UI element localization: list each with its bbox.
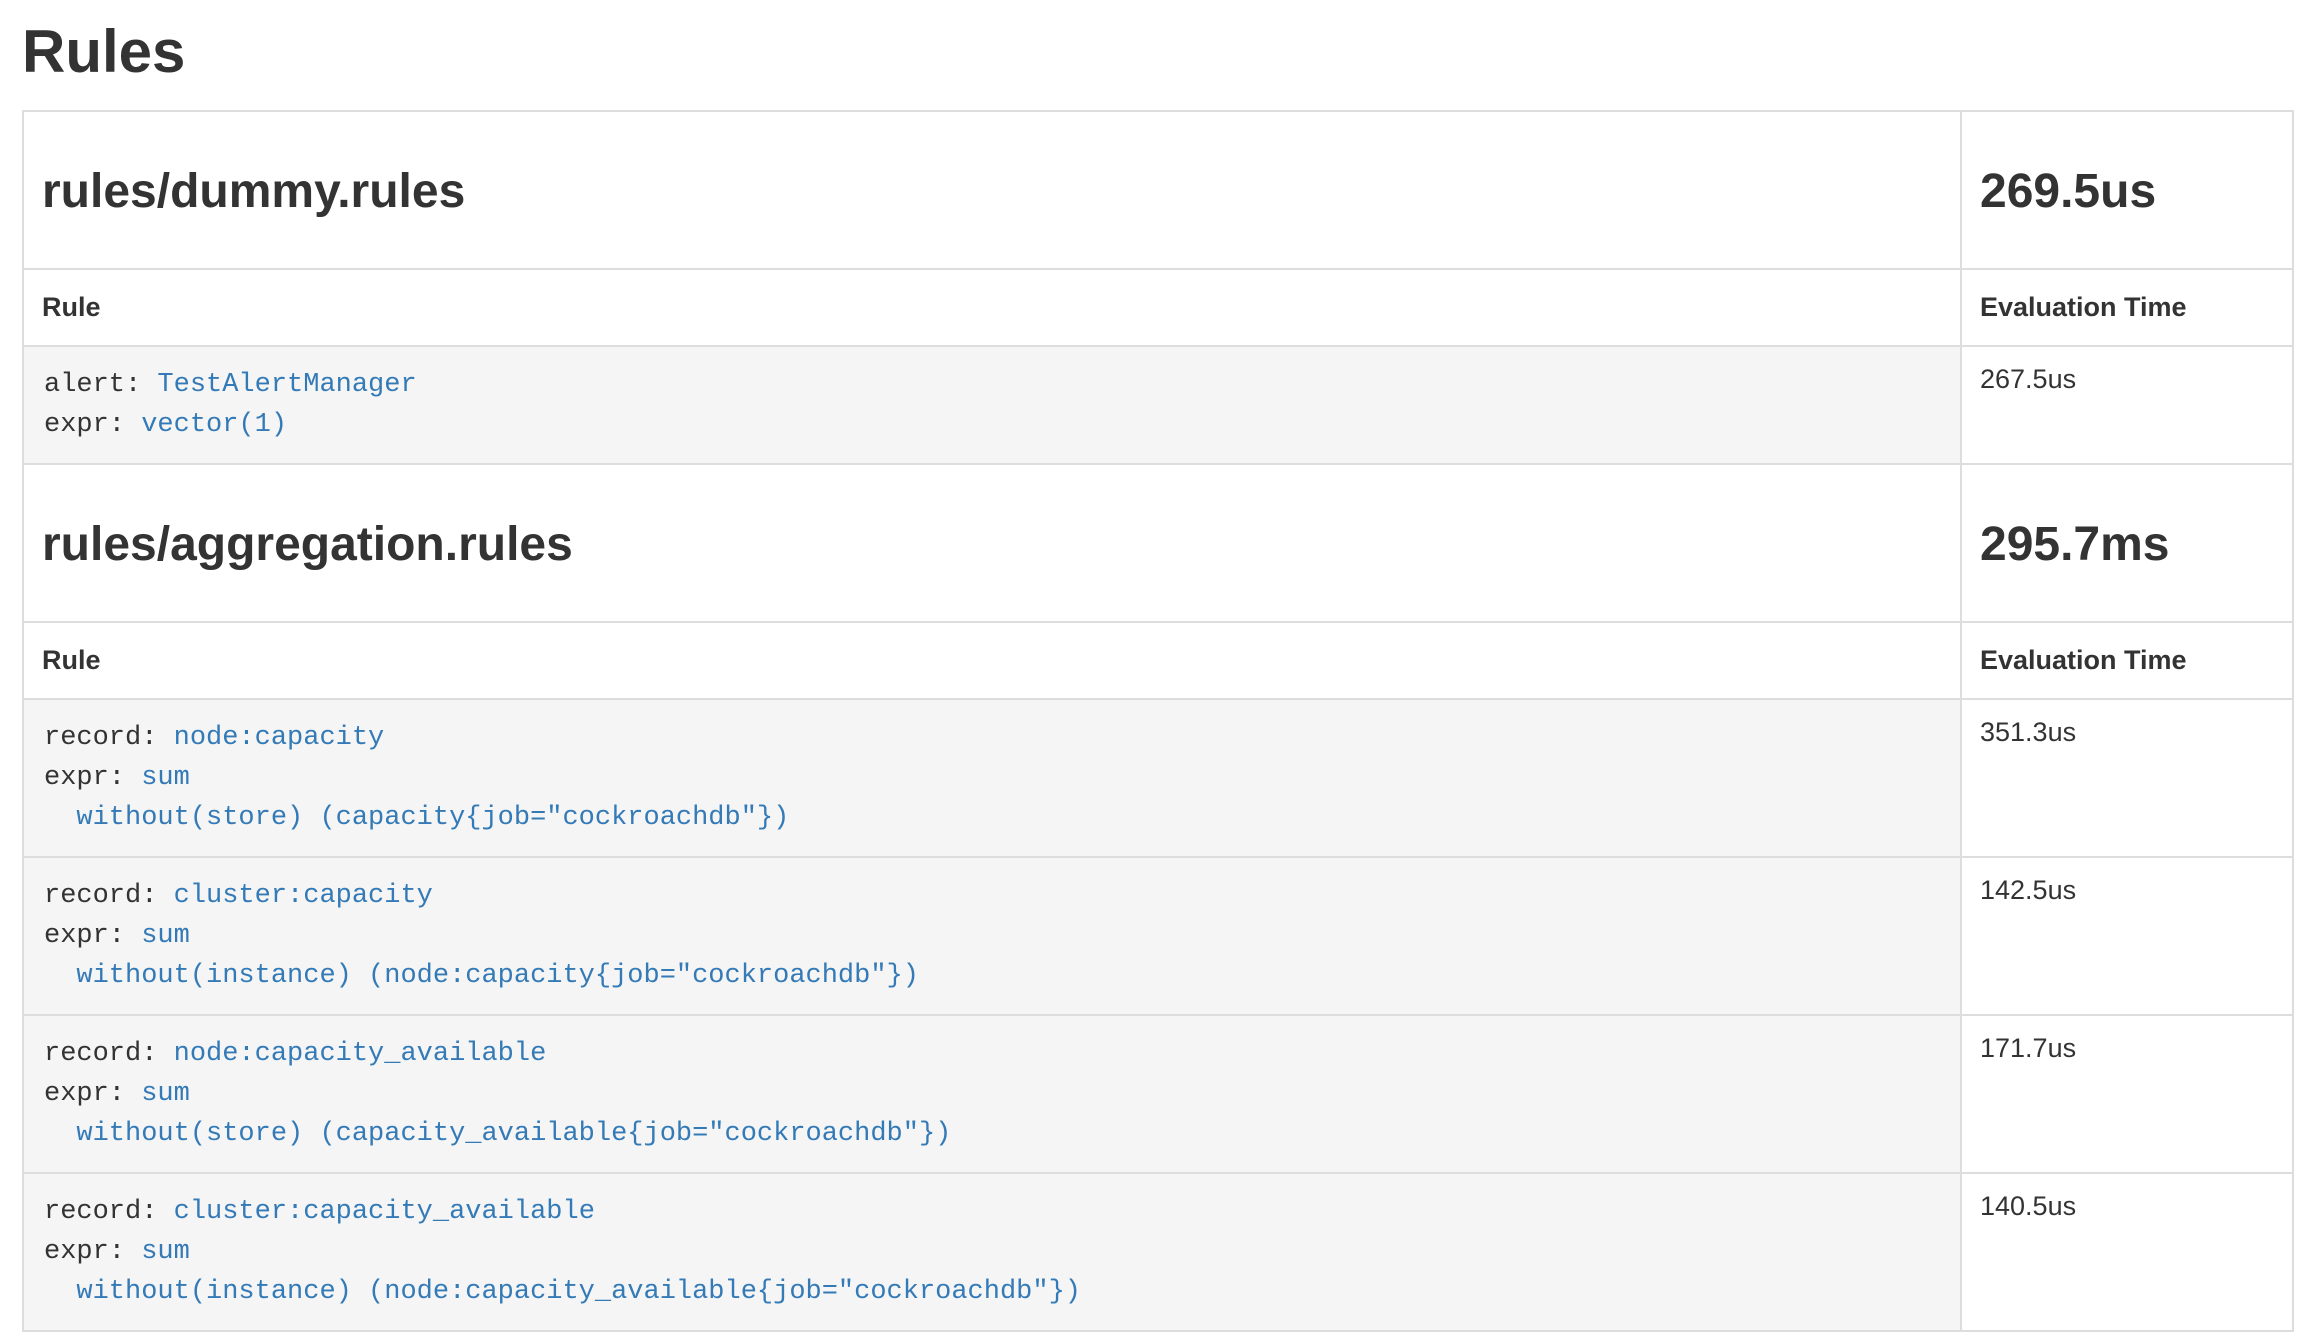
rule-expr-label: expr: bbox=[44, 1079, 125, 1109]
rule-group-header-row: rules/aggregation.rules 295.7ms bbox=[23, 464, 2293, 622]
rule-name-link[interactable]: node:capacity bbox=[174, 723, 385, 753]
rule-definition: record: node:capacity_available expr: su… bbox=[44, 1034, 1940, 1154]
rule-group-eval-time: 269.5us bbox=[1980, 164, 2274, 220]
rule-definition-cell: record: node:capacity expr: sum without(… bbox=[23, 699, 1961, 857]
rule-name-link[interactable]: cluster:capacity_available bbox=[174, 1197, 595, 1227]
rule-definition-cell: record: cluster:capacity expr: sum witho… bbox=[23, 857, 1961, 1015]
rule-expr-link[interactable]: sum without(instance) (node:capacity_ava… bbox=[44, 1237, 1081, 1307]
rule-eval-time: 142.5us bbox=[1961, 857, 2293, 1015]
rule-key-label: record: bbox=[44, 881, 157, 911]
rule-key-label: record: bbox=[44, 1039, 157, 1069]
rule-column-header: Rule bbox=[23, 622, 1961, 699]
rule-key-label: record: bbox=[44, 723, 157, 753]
rule-definition: alert: TestAlertManager expr: vector(1) bbox=[44, 365, 1940, 445]
rules-table: rules/dummy.rules 269.5us Rule Evaluatio… bbox=[22, 110, 2294, 1332]
rule-expr-link[interactable]: sum without(store) (capacity{job="cockro… bbox=[44, 763, 789, 833]
rule-expr-link[interactable]: vector(1) bbox=[141, 410, 287, 440]
rule-group-eval-time: 295.7ms bbox=[1980, 517, 2274, 573]
rule-eval-time: 171.7us bbox=[1961, 1015, 2293, 1173]
rule-group-file: rules/aggregation.rules bbox=[42, 517, 1942, 573]
rule-group-file-cell: rules/aggregation.rules bbox=[23, 464, 1961, 622]
rule-row: record: node:capacity_available expr: su… bbox=[23, 1015, 2293, 1173]
rule-eval-time: 140.5us bbox=[1961, 1173, 2293, 1331]
rule-definition-cell: record: cluster:capacity_available expr:… bbox=[23, 1173, 1961, 1331]
rule-expr-label: expr: bbox=[44, 1237, 125, 1267]
rules-page: Rules rules/dummy.rules 269.5us Rule Eva… bbox=[0, 22, 2316, 1332]
rule-key-label: record: bbox=[44, 1197, 157, 1227]
rule-name-link[interactable]: TestAlertManager bbox=[157, 370, 416, 400]
column-header-row: Rule Evaluation Time bbox=[23, 622, 2293, 699]
rule-expr-label: expr: bbox=[44, 921, 125, 951]
rule-key-label: alert: bbox=[44, 370, 141, 400]
page-title: Rules bbox=[22, 22, 2294, 82]
rule-group-file-cell: rules/dummy.rules bbox=[23, 111, 1961, 269]
rule-name-link[interactable]: cluster:capacity bbox=[174, 881, 433, 911]
rule-definition: record: cluster:capacity expr: sum witho… bbox=[44, 876, 1940, 996]
evaluation-time-column-header: Evaluation Time bbox=[1961, 269, 2293, 346]
rule-group-file: rules/dummy.rules bbox=[42, 164, 1942, 220]
rule-eval-time: 267.5us bbox=[1961, 346, 2293, 464]
rule-definition-cell: record: node:capacity_available expr: su… bbox=[23, 1015, 1961, 1173]
rule-eval-time: 351.3us bbox=[1961, 699, 2293, 857]
rule-expr-label: expr: bbox=[44, 410, 125, 440]
rule-expr-link[interactable]: sum without(store) (capacity_available{j… bbox=[44, 1079, 951, 1149]
rule-column-header: Rule bbox=[23, 269, 1961, 346]
rule-row: record: node:capacity expr: sum without(… bbox=[23, 699, 2293, 857]
rule-row: alert: TestAlertManager expr: vector(1) … bbox=[23, 346, 2293, 464]
rule-group-eval-time-cell: 269.5us bbox=[1961, 111, 2293, 269]
rule-definition: record: cluster:capacity_available expr:… bbox=[44, 1192, 1940, 1312]
rule-group-header-row: rules/dummy.rules 269.5us bbox=[23, 111, 2293, 269]
rule-group-eval-time-cell: 295.7ms bbox=[1961, 464, 2293, 622]
rule-expr-link[interactable]: sum without(instance) (node:capacity{job… bbox=[44, 921, 919, 991]
rule-name-link[interactable]: node:capacity_available bbox=[174, 1039, 547, 1069]
rule-definition: record: node:capacity expr: sum without(… bbox=[44, 718, 1940, 838]
rule-definition-cell: alert: TestAlertManager expr: vector(1) bbox=[23, 346, 1961, 464]
evaluation-time-column-header: Evaluation Time bbox=[1961, 622, 2293, 699]
rule-row: record: cluster:capacity expr: sum witho… bbox=[23, 857, 2293, 1015]
column-header-row: Rule Evaluation Time bbox=[23, 269, 2293, 346]
rule-row: record: cluster:capacity_available expr:… bbox=[23, 1173, 2293, 1331]
rule-expr-label: expr: bbox=[44, 763, 125, 793]
